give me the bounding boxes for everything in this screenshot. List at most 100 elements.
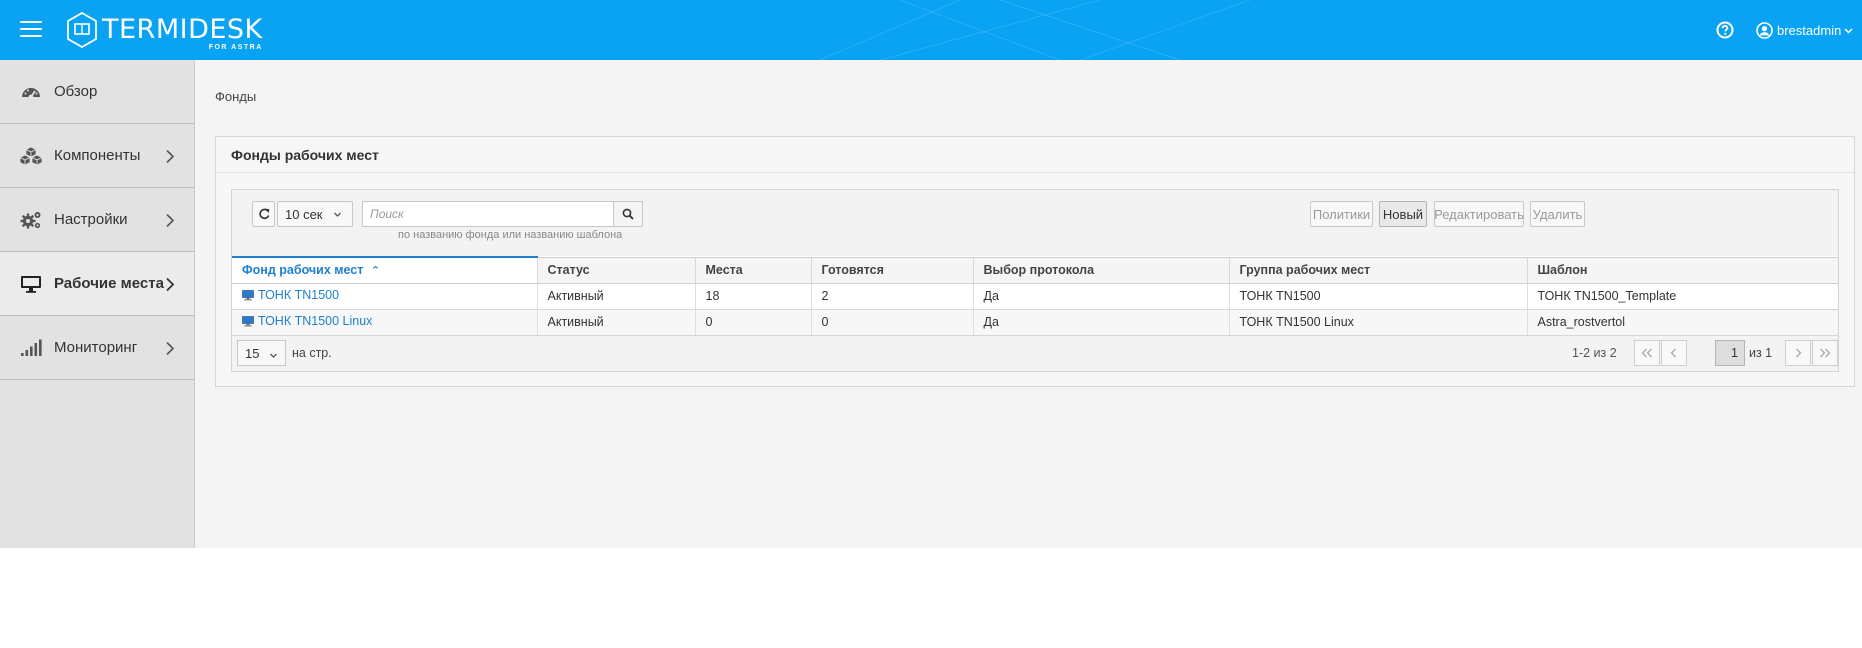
new-button[interactable]: Новый xyxy=(1379,201,1427,227)
username: brestadmin xyxy=(1777,22,1842,38)
cubes-icon xyxy=(20,146,42,166)
results-range: 1-2 из 2 xyxy=(1572,346,1617,360)
refresh-icon xyxy=(258,208,269,220)
table-header-row: Фонд рабочих мест ⌃ Статус Места Готовят… xyxy=(232,256,1838,284)
chevron-left-icon xyxy=(1670,348,1676,358)
column-header-template[interactable]: Шаблон xyxy=(1527,256,1838,284)
first-page-button[interactable] xyxy=(1634,340,1660,366)
cell-protocol: Да xyxy=(973,283,1230,310)
pool-name: ТОНК TN1500 Linux xyxy=(258,314,373,329)
chevron-right-icon xyxy=(166,341,175,356)
table-row[interactable]: ТОНК TN1500 Активный 18 2 Да ТОНК TN1500… xyxy=(232,283,1838,310)
refresh-interval-select[interactable]: 10 сек xyxy=(277,201,353,227)
per-page-select[interactable]: 15 xyxy=(237,340,286,366)
search-button[interactable] xyxy=(613,201,643,227)
pool-link[interactable]: ТОНК TN1500 Linux xyxy=(242,314,372,328)
pools-table: Фонд рабочих мест ⌃ Статус Места Готовят… xyxy=(232,256,1838,336)
monitor-icon xyxy=(21,276,41,293)
total-pages-label: из 1 xyxy=(1749,346,1773,360)
table-footer: 15 на стр. 1-2 из 2 1 из 1 xyxy=(232,336,1838,372)
sidebar-item-label: Рабочие места xyxy=(54,275,164,292)
cell-pool-name: ТОНК TN1500 Linux xyxy=(232,309,538,336)
cell-status: Активный xyxy=(537,309,696,336)
sidebar-item-settings[interactable]: Настройки xyxy=(0,188,194,252)
desktop-icon xyxy=(242,315,254,327)
sidebar-item-monitoring[interactable]: Мониторинг xyxy=(0,316,194,380)
cell-group: ТОНК TN1500 Linux xyxy=(1229,309,1528,336)
per-page-label: на стр. xyxy=(292,346,332,360)
dashboard-icon xyxy=(22,88,40,100)
gears-icon xyxy=(20,212,41,229)
chevron-right-icon xyxy=(1796,348,1802,358)
panel-divider xyxy=(216,172,1854,173)
chevron-down-icon xyxy=(334,212,341,217)
chevron-right-icon xyxy=(166,213,175,228)
refresh-interval-value: 10 сек xyxy=(285,206,323,222)
column-header-preparing[interactable]: Готовятся xyxy=(811,256,974,284)
double-chevron-left-icon xyxy=(1641,348,1652,358)
sidebar-item-components[interactable]: Компоненты xyxy=(0,124,194,188)
sidebar-item-label: Компоненты xyxy=(54,147,141,164)
last-page-button[interactable] xyxy=(1812,340,1838,366)
column-header-label: Фонд рабочих мест xyxy=(242,263,364,278)
delete-button[interactable]: Удалить xyxy=(1530,201,1585,227)
cell-preparing: 0 xyxy=(811,309,974,336)
sort-ascending-icon: ⌃ xyxy=(370,265,381,278)
top-bar: TERMIDESK FOR ASTRA brestadmin xyxy=(0,0,1862,60)
cell-protocol: Да xyxy=(973,309,1230,336)
desktop-icon xyxy=(242,289,254,301)
current-page-input[interactable]: 1 xyxy=(1715,340,1745,366)
search-input[interactable] xyxy=(363,202,639,226)
chevron-right-icon xyxy=(166,149,175,164)
logo-title: TERMIDESK xyxy=(102,14,263,45)
sidebar-item-label: Мониторинг xyxy=(54,339,138,356)
chevron-right-icon xyxy=(166,277,175,292)
cell-status: Активный xyxy=(537,283,696,310)
search-hint: по названию фонда или названию шаблона xyxy=(398,229,623,241)
next-page-button[interactable] xyxy=(1785,340,1811,366)
cell-template: ТОНК TN1500_Template xyxy=(1527,283,1838,310)
cell-group: ТОНК TN1500 xyxy=(1229,283,1528,310)
column-header-pool[interactable]: Фонд рабочих мест ⌃ xyxy=(232,256,538,284)
refresh-button[interactable] xyxy=(252,201,275,227)
pools-table-container: 10 сек по названию фонда или названию ша… xyxy=(231,189,1839,372)
chevron-down-icon xyxy=(270,353,277,358)
pool-name: ТОНК TN1500 xyxy=(258,288,340,303)
prev-page-button[interactable] xyxy=(1661,340,1687,366)
cell-pool-name: ТОНК TN1500 xyxy=(232,283,538,310)
logo-subtitle: FOR ASTRA xyxy=(208,44,263,51)
sidebar-item-label: Настройки xyxy=(54,211,128,228)
column-header-status[interactable]: Статус xyxy=(537,256,696,284)
cell-template: Astra_rostvertol xyxy=(1527,309,1838,336)
per-page-value: 15 xyxy=(245,346,260,361)
panel-title: Фонды рабочих мест xyxy=(231,147,379,163)
double-chevron-right-icon xyxy=(1820,348,1831,358)
edit-button[interactable]: Редактировать xyxy=(1434,201,1524,227)
column-header-protocol[interactable]: Выбор протокола xyxy=(973,256,1230,284)
signal-bars-icon xyxy=(21,339,42,356)
user-menu[interactable]: brestadmin xyxy=(1756,20,1853,40)
help-icon[interactable] xyxy=(1716,21,1734,39)
table-row[interactable]: ТОНК TN1500 Linux Активный 0 0 Да ТОНК T… xyxy=(232,309,1838,336)
cell-preparing: 2 xyxy=(811,283,974,310)
search-icon xyxy=(622,208,634,220)
policies-button[interactable]: Политики xyxy=(1310,201,1373,227)
user-icon xyxy=(1756,21,1773,39)
app-root: TERMIDESK FOR ASTRA brestadmin Обзор Ком… xyxy=(0,0,1862,548)
pools-panel: Фонды рабочих мест 10 сек Поиск по назва… xyxy=(215,136,1855,387)
cell-seats: 0 xyxy=(695,309,812,336)
pool-link[interactable]: ТОНК TN1500 xyxy=(242,288,339,302)
column-header-group[interactable]: Группа рабочих мест xyxy=(1229,256,1528,284)
search-box xyxy=(362,201,643,227)
logo: TERMIDESK FOR ASTRA xyxy=(66,10,263,51)
logo-icon xyxy=(67,12,97,48)
chevron-down-icon xyxy=(1844,27,1853,34)
menu-toggle-button[interactable] xyxy=(20,21,42,39)
header-decoration xyxy=(819,0,1251,60)
sidebar-item-workplaces[interactable]: Рабочие места xyxy=(0,252,194,316)
sidebar-item-label: Обзор xyxy=(54,83,98,100)
breadcrumb: Фонды xyxy=(215,89,257,104)
sidebar: Обзор Компоненты Настройки Рабочие места… xyxy=(0,60,195,548)
sidebar-item-overview[interactable]: Обзор xyxy=(0,60,194,124)
column-header-seats[interactable]: Места xyxy=(695,256,812,284)
